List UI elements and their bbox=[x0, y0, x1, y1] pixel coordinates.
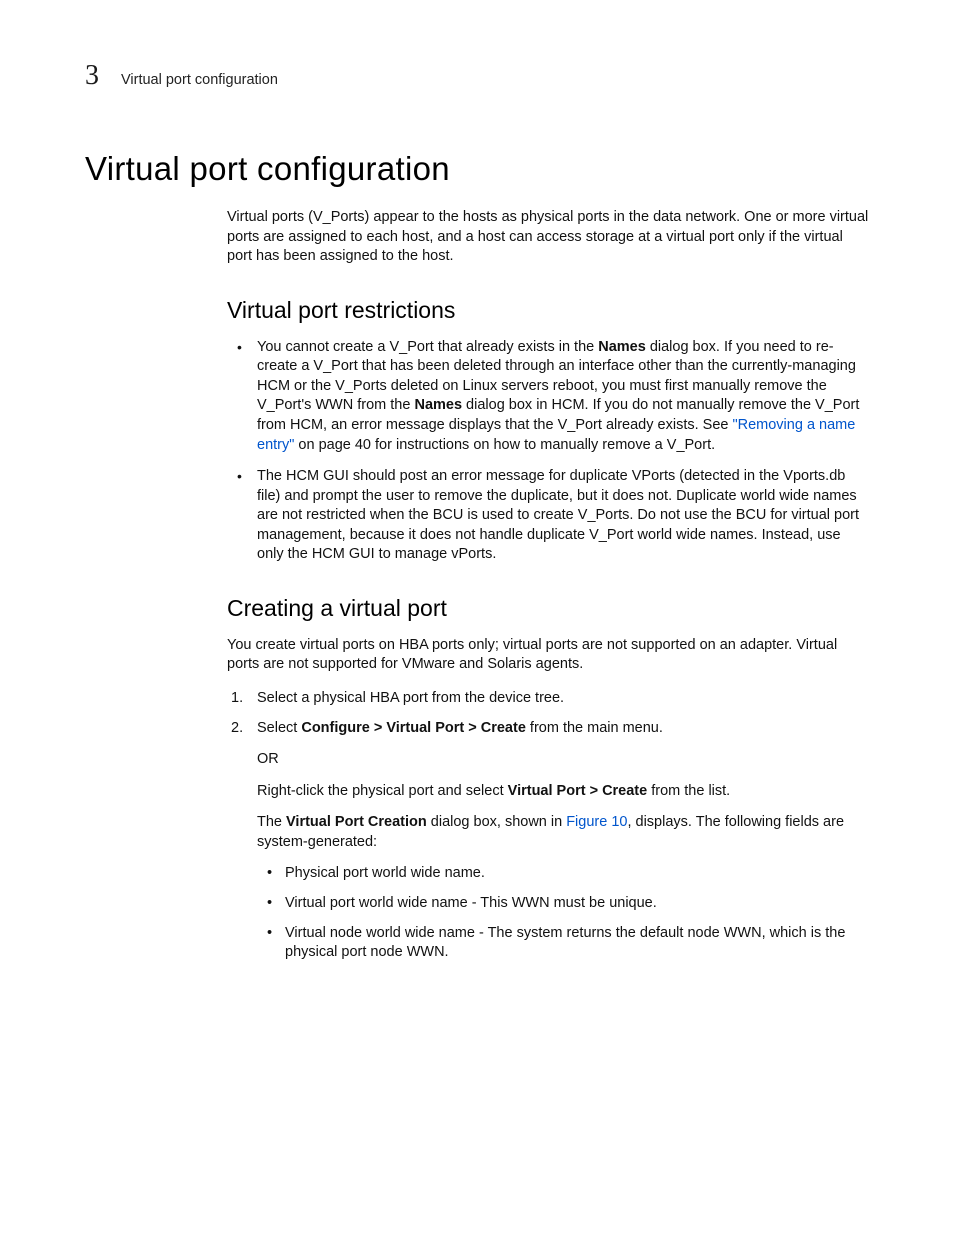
restrictions-item-1: You cannot create a V_Port that already … bbox=[227, 338, 869, 455]
step-2-sub: OR Right-click the physical port and sel… bbox=[257, 750, 869, 963]
intro-block: Virtual ports (V_Ports) appear to the ho… bbox=[227, 208, 869, 963]
chapter-number: 3 bbox=[85, 60, 99, 92]
bold-context-menu: Virtual Port > Create bbox=[508, 783, 648, 799]
step-1: Select a physical HBA port from the devi… bbox=[227, 689, 869, 709]
text: The bbox=[257, 814, 286, 830]
steps-list: Select a physical HBA port from the devi… bbox=[227, 689, 869, 963]
intro-paragraph: Virtual ports (V_Ports) appear to the ho… bbox=[227, 208, 869, 267]
text: Select bbox=[257, 720, 301, 736]
text: from the main menu. bbox=[526, 720, 663, 736]
header-title: Virtual port configuration bbox=[121, 72, 278, 88]
field-item: Virtual port world wide name - This WWN … bbox=[257, 894, 869, 914]
heading-creating: Creating a virtual port bbox=[227, 595, 869, 622]
text: from the list. bbox=[647, 783, 730, 799]
restrictions-list: You cannot create a V_Port that already … bbox=[227, 338, 869, 565]
field-item: Physical port world wide name. bbox=[257, 864, 869, 884]
heading-restrictions: Virtual port restrictions bbox=[227, 297, 869, 324]
restrictions-item-2: The HCM GUI should post an error message… bbox=[227, 467, 869, 565]
step-alt: Right-click the physical port and select… bbox=[257, 782, 869, 802]
creating-intro: You create virtual ports on HBA ports on… bbox=[227, 636, 869, 675]
step-result: The Virtual Port Creation dialog box, sh… bbox=[257, 813, 869, 852]
text: on page 40 for instructions on how to ma… bbox=[294, 437, 715, 453]
field-item: Virtual node world wide name - The syste… bbox=[257, 924, 869, 963]
text: Right-click the physical port and select bbox=[257, 783, 508, 799]
fields-list: Physical port world wide name. Virtual p… bbox=[257, 864, 869, 962]
page: 3 Virtual port configuration Virtual por… bbox=[0, 0, 954, 1235]
bold-names-1: Names bbox=[598, 339, 646, 355]
step-or: OR bbox=[257, 750, 869, 770]
page-header: 3 Virtual port configuration bbox=[85, 60, 869, 92]
bold-names-2: Names bbox=[414, 397, 462, 413]
text: You cannot create a V_Port that already … bbox=[257, 339, 598, 355]
step-2: Select Configure > Virtual Port > Create… bbox=[227, 719, 869, 963]
text: dialog box, shown in bbox=[427, 814, 566, 830]
link-figure-10[interactable]: Figure 10 bbox=[566, 814, 627, 830]
page-title: Virtual port configuration bbox=[85, 150, 869, 188]
bold-dialog-name: Virtual Port Creation bbox=[286, 814, 427, 830]
bold-menu-path: Configure > Virtual Port > Create bbox=[301, 720, 526, 736]
